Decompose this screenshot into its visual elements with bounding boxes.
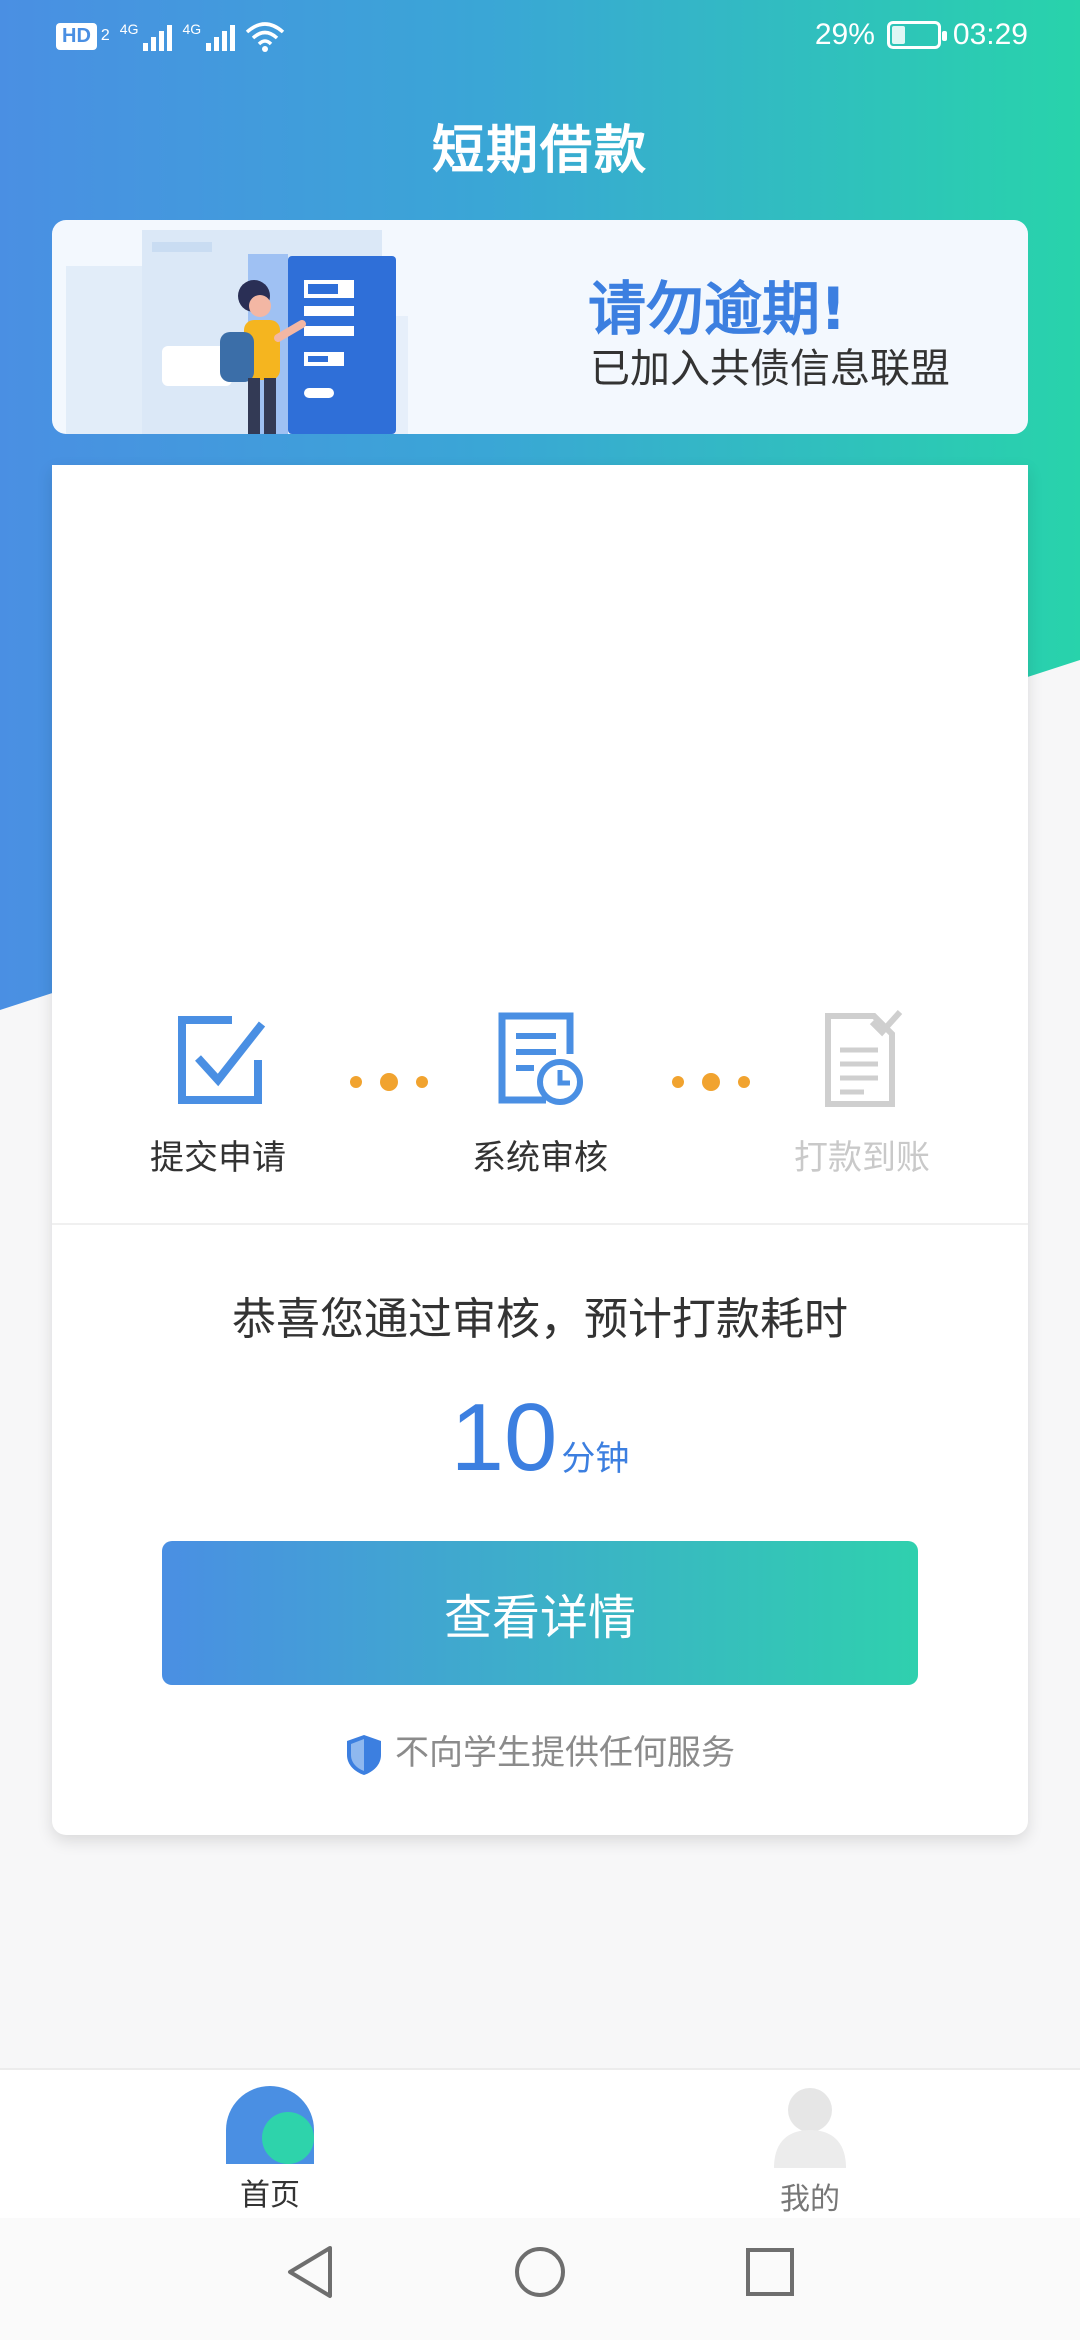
student-notice-text: 不向学生提供任何服务: [395, 1733, 735, 1773]
student-notice: 不向学生提供任何服务: [52, 1725, 1028, 1777]
view-details-button[interactable]: 查看详情: [162, 1541, 918, 1685]
document-clock-icon: [498, 1012, 583, 1105]
tab-profile-label: 我的: [780, 2182, 840, 2217]
step-submit-application: 提交申请: [68, 1010, 368, 1179]
status-bar-left: HD 2 4G 4G: [56, 20, 285, 52]
step-system-review: 系统审核: [390, 1010, 690, 1179]
step-label: 系统审核: [472, 1138, 608, 1178]
battery-icon: [886, 21, 947, 49]
status-bar: HD 2 4G 4G 29% 03:29: [0, 0, 1080, 74]
document-check-icon: [825, 1010, 903, 1107]
estimated-time: 10 分钟: [52, 1383, 1028, 1493]
estimated-time-unit: 分钟: [561, 1439, 630, 1479]
banner-headline: 请勿逾期!: [588, 275, 847, 343]
tab-home-label: 首页: [240, 2178, 300, 2213]
step-label: 打款到账: [794, 1138, 930, 1178]
clock: 03:29: [952, 18, 1028, 51]
status-bar-right: 29% 03:29: [815, 18, 1028, 52]
tab-home[interactable]: 首页: [170, 2084, 370, 2214]
profile-tab-icon: [774, 2088, 846, 2168]
estimated-time-value: 10: [450, 1384, 558, 1491]
battery-percent: 29%: [814, 18, 875, 51]
tab-profile[interactable]: 我的: [710, 2084, 910, 2218]
page-title: 短期借款: [431, 121, 648, 181]
hd-badge: HD: [56, 22, 97, 50]
banner-subline: 已加入共债信息联盟: [590, 346, 950, 392]
hd-badge-sub: 2: [100, 27, 110, 44]
system-navigation-bar: [0, 2218, 1080, 2340]
approval-message: 恭喜您通过审核，预计打款耗时: [232, 1294, 848, 1345]
signal-icon: 4G: [120, 21, 173, 51]
step-label: 提交申请: [150, 1138, 286, 1178]
warning-banner[interactable]: 请勿逾期! 已加入共债信息联盟: [52, 220, 1028, 434]
back-icon[interactable]: [282, 2242, 338, 2302]
network-label: 4G: [182, 21, 202, 37]
checkbox-icon: [178, 1016, 266, 1104]
section-divider: [52, 1223, 1028, 1225]
bottom-tab-bar: 首页 我的: [0, 2068, 1080, 2218]
recents-icon[interactable]: [742, 2242, 798, 2302]
banner-illustration: [66, 230, 408, 434]
network-label: 4G: [119, 21, 139, 37]
wifi-icon: [246, 22, 285, 52]
shield-icon: [347, 1734, 381, 1775]
signal-icon: 4G: [182, 21, 236, 51]
home-tab-icon: [226, 2086, 314, 2164]
home-circle-icon[interactable]: [512, 2242, 568, 2302]
loan-status-card: 提交申请 系统审核 打款到账 恭喜您通过审核，预计打款耗时 10 分钟 查看详情…: [52, 465, 1028, 1835]
step-payout-received: 打款到账: [712, 1010, 1012, 1179]
